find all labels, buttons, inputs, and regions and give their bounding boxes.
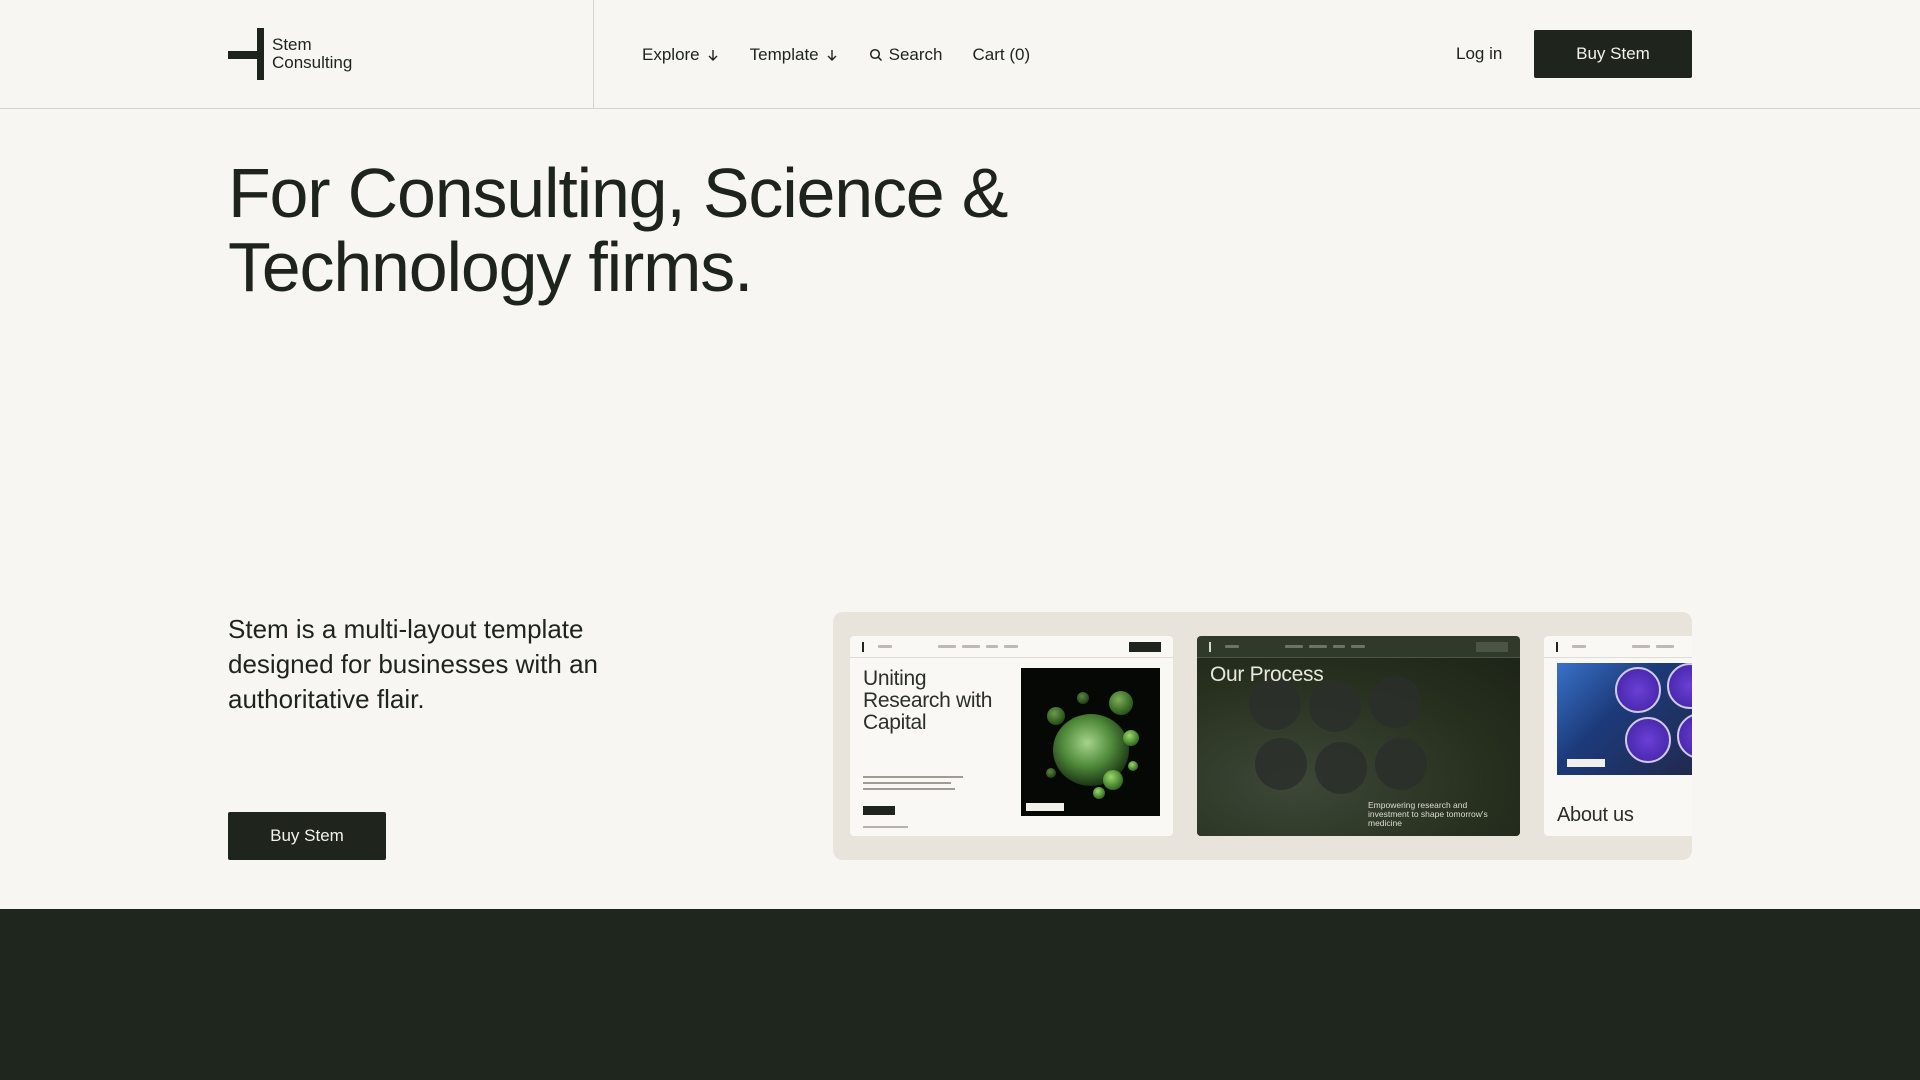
mini-logo-icon bbox=[1556, 641, 1566, 652]
preview-title: About us bbox=[1557, 804, 1634, 826]
nav-explore[interactable]: Explore bbox=[642, 45, 720, 65]
site-header: Stem Consulting Explore Template Search … bbox=[0, 0, 1920, 109]
mini-nav bbox=[1197, 636, 1520, 658]
brand-name-line1: Stem bbox=[272, 35, 312, 54]
mini-nav bbox=[1544, 636, 1692, 658]
preview-title: Uniting Research with Capital bbox=[863, 667, 993, 734]
lab-petri-dish-image bbox=[1557, 663, 1692, 775]
preview-mini-button bbox=[863, 806, 895, 815]
login-link[interactable]: Log in bbox=[1456, 44, 1502, 64]
nav-cart[interactable]: Cart (0) bbox=[973, 45, 1031, 65]
nav-template-label: Template bbox=[749, 44, 819, 64]
mini-buy-button bbox=[1129, 641, 1161, 652]
stem-logo-icon bbox=[228, 28, 264, 80]
dark-section-band bbox=[0, 909, 1920, 1080]
image-tag bbox=[1026, 803, 1064, 811]
preview-footer-line bbox=[863, 826, 908, 828]
buy-stem-hero-button[interactable]: Buy Stem bbox=[228, 812, 386, 860]
preview-body-lines bbox=[863, 776, 963, 794]
mini-nav bbox=[850, 636, 1173, 658]
mini-buy-button bbox=[1476, 641, 1508, 652]
template-preview-carousel[interactable]: Uniting Research with Capital Our Proces… bbox=[833, 612, 1692, 860]
preview-card-home[interactable]: Uniting Research with Capital bbox=[850, 636, 1173, 836]
nav-search[interactable]: Search bbox=[869, 45, 943, 65]
preview-card-about[interactable]: About us bbox=[1544, 636, 1692, 836]
arrow-down-icon bbox=[827, 49, 837, 61]
nav-template[interactable]: Template bbox=[750, 45, 839, 65]
nav-search-label: Search bbox=[888, 44, 943, 64]
preview-title: Our Process bbox=[1210, 663, 1324, 686]
cell-render-image bbox=[1021, 668, 1160, 816]
mini-logo-icon bbox=[1209, 641, 1219, 652]
arrow-down-icon bbox=[708, 49, 718, 61]
image-tag bbox=[1567, 759, 1605, 767]
hero-headline: For Consulting, Science & Technology fir… bbox=[228, 154, 1008, 306]
header-divider bbox=[593, 0, 594, 109]
main-nav: Explore Template Search Cart (0) bbox=[642, 0, 1030, 109]
brand-name: Stem Consulting bbox=[272, 36, 352, 72]
search-icon bbox=[869, 48, 882, 61]
mini-logo-icon bbox=[862, 641, 872, 652]
nav-cart-label: Cart (0) bbox=[972, 44, 1031, 64]
brand-name-line2: Consulting bbox=[272, 53, 353, 72]
buy-stem-header-button[interactable]: Buy Stem bbox=[1534, 30, 1692, 78]
preview-card-process[interactable]: Our Process Empowering research and inve… bbox=[1197, 636, 1520, 836]
preview-subtitle: Empowering research and investment to sh… bbox=[1368, 800, 1488, 828]
hero-description: Stem is a multi-layout template designed… bbox=[228, 614, 599, 714]
brand-logo[interactable]: Stem Consulting bbox=[228, 28, 352, 80]
green-cell-graphic bbox=[1046, 691, 1139, 799]
nav-explore-label: Explore bbox=[642, 44, 700, 64]
